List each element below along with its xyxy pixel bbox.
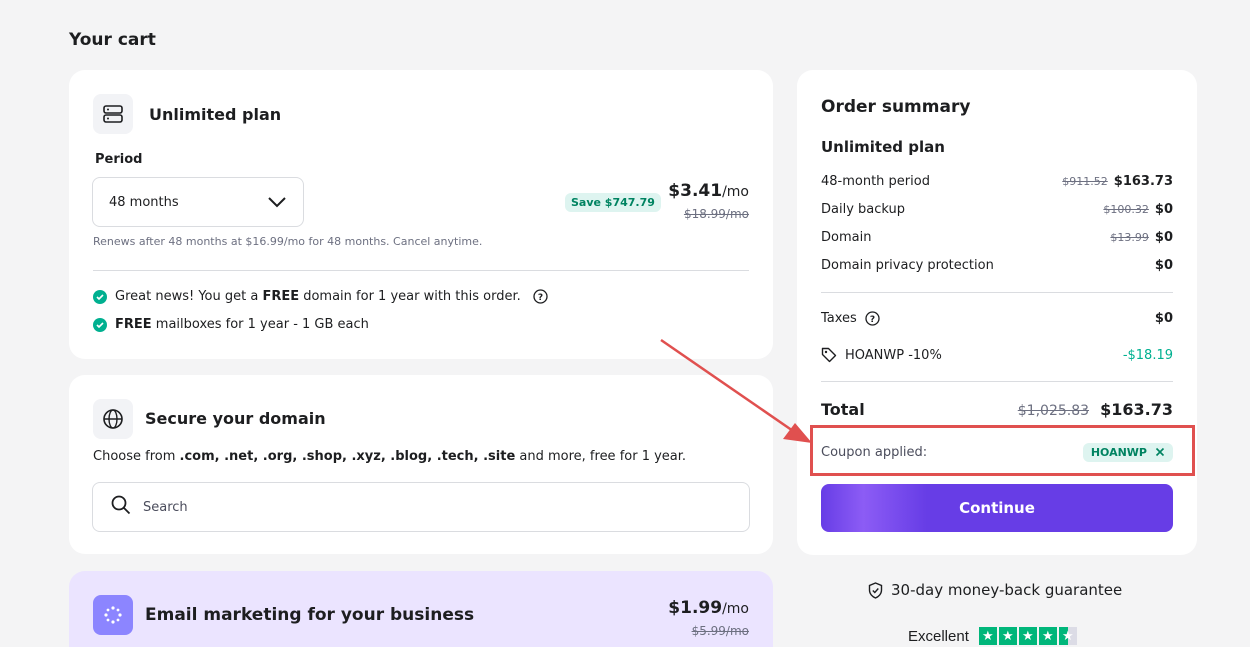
period-label: Period [95, 152, 143, 167]
order-summary-card: Order summary Unlimited plan 48-month pe… [797, 70, 1197, 555]
line-old-price: $13.99 [1110, 231, 1149, 244]
summary-line: Domain privacy protection $0 [821, 258, 1173, 273]
period-value: 48 months [109, 194, 179, 210]
guarantee-text: 30-day money-back guarantee [891, 581, 1123, 599]
plan-price-value: $3.41 [668, 181, 723, 201]
benefit2-post: mailboxes for 1 year - 1 GB each [151, 317, 369, 332]
line-value: $0 [1154, 230, 1173, 245]
continue-button[interactable]: Continue [821, 484, 1173, 532]
period-select[interactable]: 48 months [92, 177, 304, 227]
total-label: Total [821, 400, 865, 419]
summary-line: 48-month period $911.52 $163.73 [821, 174, 1173, 189]
guarantee-row: 30-day money-back guarantee [868, 581, 1122, 599]
renew-note: Renews after 48 months at $16.99/mo for … [93, 235, 483, 248]
taxes-label: Taxes [821, 311, 857, 326]
globe-icon [93, 399, 133, 439]
summary-title: Order summary [821, 97, 971, 117]
divider [93, 270, 749, 271]
summary-divider [821, 292, 1173, 293]
benefit-domain: Great news! You get a FREE domain for 1 … [93, 289, 548, 304]
domain-search-input[interactable]: Search [92, 482, 750, 532]
discount-label: HOANWP -10% [845, 347, 942, 363]
domain-desc-tlds: .com, .net, .org, .shop, .xyz, .blog, .t… [179, 449, 516, 464]
plan-price-unit: /mo [722, 184, 749, 200]
reach-logo-icon [93, 595, 133, 635]
annotation-arrow [660, 338, 812, 443]
email-marketing-card[interactable]: Email marketing for your business $1.99/… [69, 571, 773, 647]
star-icon: ★ [1038, 627, 1057, 645]
svg-text:?: ? [870, 315, 875, 325]
line-label: 48-month period [821, 174, 930, 189]
plan-old-price: $18.99/mo [683, 207, 749, 221]
svg-text:?: ? [538, 293, 543, 303]
summary-plan: Unlimited plan [821, 138, 945, 156]
line-label: Domain privacy protection [821, 258, 994, 273]
coupon-highlight-box [810, 425, 1195, 476]
summary-line: Daily backup $100.32 $0 [821, 202, 1173, 217]
benefit1-pre: Great news! You get a [115, 289, 263, 304]
half-star-icon: ★ [1058, 627, 1077, 645]
benefit2-bold: FREE [115, 317, 152, 332]
email-old-price: $5.99/mo [691, 624, 749, 638]
email-price-unit: /mo [722, 601, 749, 617]
summary-line: Domain $13.99 $0 [821, 230, 1173, 245]
discount-row: HOANWP -10% -$18.19 [821, 347, 1173, 363]
domain-desc-pre: Choose from [93, 449, 180, 464]
total-value: $163.73 [1100, 400, 1173, 419]
search-icon [111, 495, 131, 519]
line-value: $0 [1154, 202, 1173, 217]
rating-row: Excellent ★ ★ ★ ★ ★ [908, 627, 1077, 645]
plan-card: Unlimited plan Period 48 months Save $74… [69, 70, 773, 359]
domain-desc-post: and more, free for 1 year. [515, 449, 687, 464]
benefit1-bold: FREE [262, 289, 300, 304]
check-circle-icon [93, 317, 107, 332]
line-label: Domain [821, 230, 872, 245]
benefit-mailbox: FREE mailboxes for 1 year - 1 GB each [93, 317, 369, 332]
total-old-price: $1,025.83 [1017, 403, 1090, 419]
total-row: Total $1,025.83 $163.73 [821, 400, 1173, 419]
line-value: $0 [1154, 258, 1173, 273]
check-circle-icon [93, 289, 107, 304]
rating-label: Excellent [908, 627, 969, 645]
plan-title: Unlimited plan [149, 105, 282, 124]
line-label: Daily backup [821, 202, 906, 217]
rating-stars: ★ ★ ★ ★ ★ [978, 627, 1077, 645]
line-old-price: $911.52 [1062, 175, 1108, 188]
plan-price: $3.41/mo [668, 181, 749, 201]
shield-check-icon [868, 581, 883, 599]
email-card-title: Email marketing for your business [145, 605, 475, 625]
line-old-price: $100.32 [1103, 203, 1149, 216]
help-icon[interactable]: ? [865, 311, 880, 326]
domain-title: Secure your domain [145, 409, 326, 428]
domain-description: Choose from .com, .net, .org, .shop, .xy… [93, 449, 686, 464]
email-price-value: $1.99 [668, 598, 723, 618]
star-icon: ★ [1018, 627, 1037, 645]
email-price: $1.99/mo [668, 598, 749, 618]
taxes-row: Taxes ? $0 [821, 311, 1173, 326]
star-icon: ★ [978, 627, 997, 645]
line-value: $163.73 [1113, 174, 1173, 189]
benefit1-post: domain for 1 year with this order. [299, 289, 521, 304]
star-icon: ★ [998, 627, 1017, 645]
summary-divider [821, 381, 1173, 382]
taxes-value: $0 [1154, 311, 1173, 326]
search-placeholder: Search [143, 499, 188, 515]
server-icon [93, 94, 133, 134]
page-title: Your cart [69, 30, 156, 50]
save-badge: Save $747.79 [565, 193, 661, 212]
chevron-down-icon [267, 193, 287, 212]
help-icon[interactable]: ? [533, 289, 548, 304]
tag-icon [821, 347, 837, 363]
discount-value: -$18.19 [1122, 347, 1173, 363]
